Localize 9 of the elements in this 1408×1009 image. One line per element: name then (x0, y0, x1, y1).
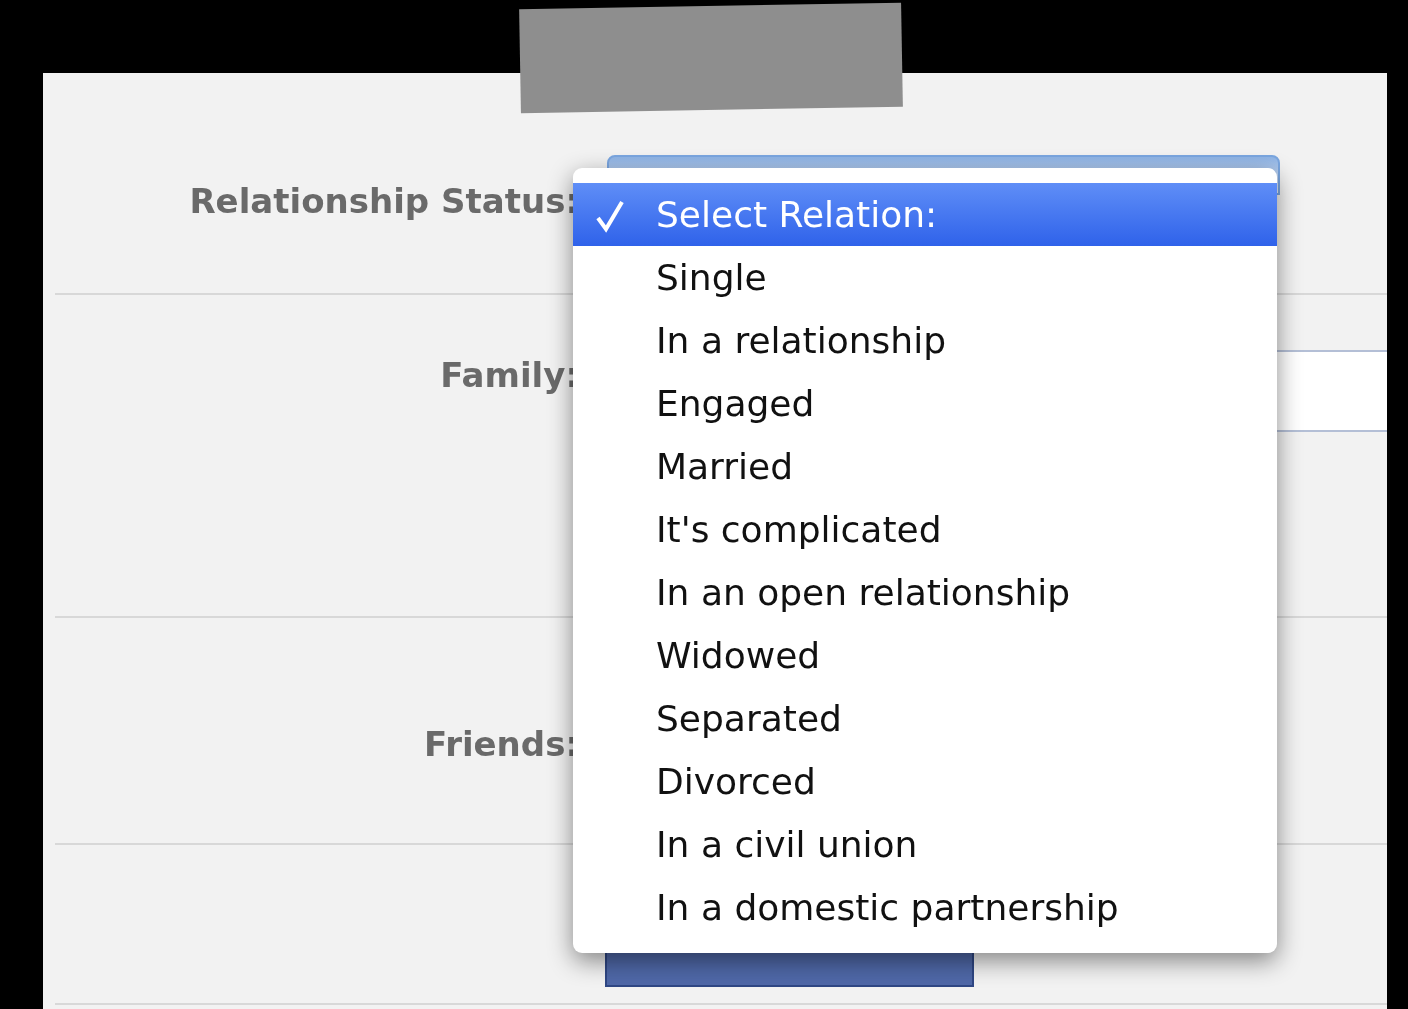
menu-option[interactable]: In an open relationship (573, 561, 1277, 624)
menu-option[interactable]: Widowed (573, 624, 1277, 687)
checkmark-icon (595, 199, 625, 233)
menu-option[interactable]: Single (573, 246, 1277, 309)
menu-option[interactable]: Married (573, 435, 1277, 498)
menu-option[interactable]: It's complicated (573, 498, 1277, 561)
menu-option[interactable]: Select Relation: (573, 183, 1277, 246)
menu-option[interactable]: In a domestic partnership (573, 876, 1277, 939)
menu-option[interactable]: In a civil union (573, 813, 1277, 876)
